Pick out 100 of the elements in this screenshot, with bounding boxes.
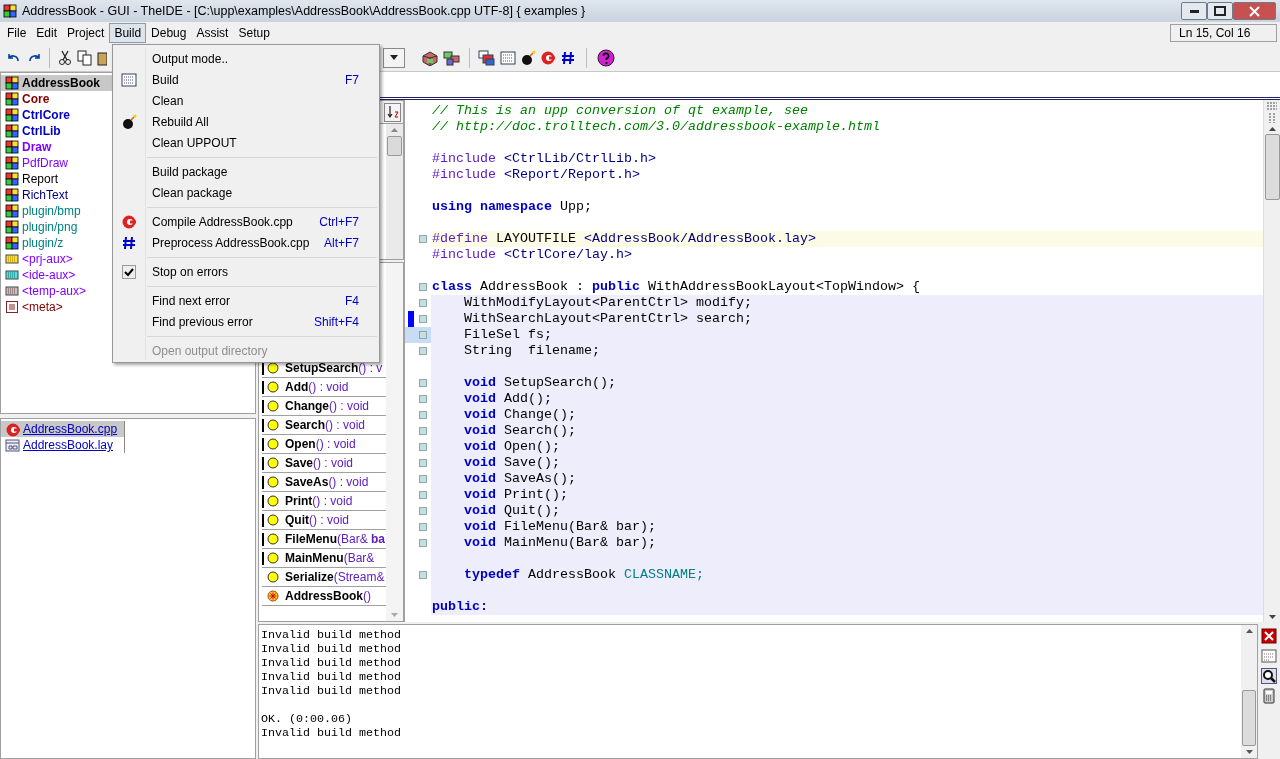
minimize-icon: [1189, 9, 1199, 13]
navigator-item[interactable]: Open() : void: [262, 435, 386, 454]
method-icon: [267, 419, 279, 431]
navigator-item[interactable]: AddressBook(): [262, 587, 386, 606]
scrollbar[interactable]: [386, 263, 403, 621]
dropdown-button[interactable]: [383, 47, 405, 68]
fold-marker[interactable]: [419, 539, 427, 547]
source-entry[interactable]: AddressBook.lay: [1, 437, 125, 453]
bomb-icon[interactable]: [520, 49, 536, 66]
scroll-down-icon[interactable]: [1267, 612, 1277, 622]
navigator-item[interactable]: Save() : void: [262, 454, 386, 473]
menu-item[interactable]: Assist: [191, 23, 234, 43]
fold-marker[interactable]: [419, 379, 427, 387]
code-line: // This is an upp conversion of qt example, see: [431, 103, 809, 119]
fold-marker[interactable]: [419, 523, 427, 531]
code-line: #include <CtrlLib/CtrlLib.h>: [431, 151, 657, 167]
package-icon: [5, 236, 19, 250]
menu-item[interactable]: Setup: [233, 23, 275, 43]
menu-item[interactable]: Output mode..: [113, 48, 379, 69]
fold-marker[interactable]: [419, 315, 427, 323]
method-icon: [267, 571, 279, 583]
fold-marker[interactable]: [419, 491, 427, 499]
cut-icon[interactable]: [57, 49, 73, 66]
scrollbar[interactable]: [1241, 625, 1257, 758]
source-entry[interactable]: AddressBook.cpp: [1, 421, 125, 437]
maximize-button[interactable]: [1207, 2, 1233, 20]
navigator-item[interactable]: Search() : void: [262, 416, 386, 435]
scrollbar-thumb[interactable]: [1264, 134, 1280, 200]
output-line: Invalid build method: [261, 670, 402, 684]
copy-icon[interactable]: [77, 49, 93, 66]
method-icon: [267, 533, 279, 545]
method-icon: [267, 362, 279, 374]
packages-icon[interactable]: [443, 49, 461, 66]
fold-marker[interactable]: [419, 235, 427, 243]
code-line: // http://doc.trolltech.com/3.0/addressbook-example.html: [431, 119, 881, 135]
navigator-item[interactable]: SaveAs() : void: [262, 473, 386, 492]
menu-item[interactable]: Project: [62, 23, 110, 43]
method-icon: [267, 438, 279, 450]
package-icon: [5, 220, 19, 234]
folder-icon: [5, 284, 19, 298]
cursor-position: Ln 15, Col 16: [1170, 24, 1277, 42]
scrollbar-thumb[interactable]: [1242, 690, 1256, 746]
menu-item[interactable]: File: [2, 23, 32, 43]
caret-icon: [390, 55, 398, 60]
compile-icon[interactable]: [540, 49, 556, 66]
fold-marker[interactable]: [419, 443, 427, 451]
menu-item[interactable]: Debug: [146, 23, 192, 43]
menu-item[interactable]: Edit: [31, 23, 63, 43]
close-icon[interactable]: [1261, 628, 1277, 644]
fold-marker[interactable]: [419, 571, 427, 579]
windows-icon[interactable]: [478, 49, 496, 66]
scrollbar[interactable]: [1263, 100, 1280, 622]
method-icon: [267, 476, 279, 488]
compile-icon: [121, 213, 137, 230]
maximize-icon: [1214, 6, 1226, 16]
code-line: class AddressBook : public WithAddressBookLayout<TopWindow> {: [431, 279, 921, 295]
code-line: #include <Report/Report.h>: [431, 167, 641, 183]
fold-marker[interactable]: [419, 283, 427, 291]
navigator-item[interactable]: Change() : void: [262, 397, 386, 416]
build-icon: [121, 71, 137, 88]
constructor-icon: [267, 590, 279, 602]
navigator-item[interactable]: Add() : void: [262, 378, 386, 397]
fold-marker[interactable]: [419, 507, 427, 515]
checkbox[interactable]: [122, 264, 136, 279]
fold-marker[interactable]: [419, 459, 427, 467]
fold-marker[interactable]: [419, 395, 427, 403]
fold-marker[interactable]: [419, 299, 427, 307]
sort-icon: [386, 105, 399, 119]
code-line: #include <CtrlCore/lay.h>: [431, 247, 633, 263]
code-line: using namespace Upp;: [431, 199, 593, 215]
hash-icon[interactable]: [560, 49, 576, 66]
fold-marker[interactable]: [419, 427, 427, 435]
method-icon: [267, 495, 279, 507]
navigator-item[interactable]: Print() : void: [262, 492, 386, 511]
folder-icon: [5, 268, 19, 282]
package-icon[interactable]: [421, 49, 439, 66]
fold-marker[interactable]: [419, 347, 427, 355]
fold-marker[interactable]: [419, 331, 427, 339]
scrollbar-thumb[interactable]: [387, 136, 402, 156]
search-icon[interactable]: [1261, 668, 1277, 684]
close-icon: [1249, 5, 1260, 17]
calculator-icon[interactable]: [1261, 688, 1277, 704]
method-icon: [267, 552, 279, 564]
close-button[interactable]: [1233, 2, 1276, 20]
scrollbar[interactable]: [386, 124, 403, 259]
navigator-item[interactable]: MainMenu(Bar&: [262, 549, 386, 568]
fold-marker[interactable]: [419, 475, 427, 483]
paste-icon[interactable]: [97, 49, 107, 66]
menu-item[interactable]: Build: [109, 23, 147, 43]
bomb-icon: [121, 113, 137, 130]
split-icon[interactable]: [1266, 100, 1278, 112]
sort-button[interactable]: [384, 102, 401, 122]
package-icon: [5, 108, 19, 122]
fold-marker[interactable]: [419, 411, 427, 419]
minimize-button[interactable]: [1181, 2, 1207, 20]
help-icon[interactable]: [597, 48, 615, 67]
method-icon: [267, 400, 279, 412]
navigator-item[interactable]: Quit() : void: [262, 511, 386, 530]
navigator-item[interactable]: Serialize(Stream&: [262, 568, 386, 587]
navigator-item[interactable]: FileMenu(Bar& ba: [262, 530, 386, 549]
